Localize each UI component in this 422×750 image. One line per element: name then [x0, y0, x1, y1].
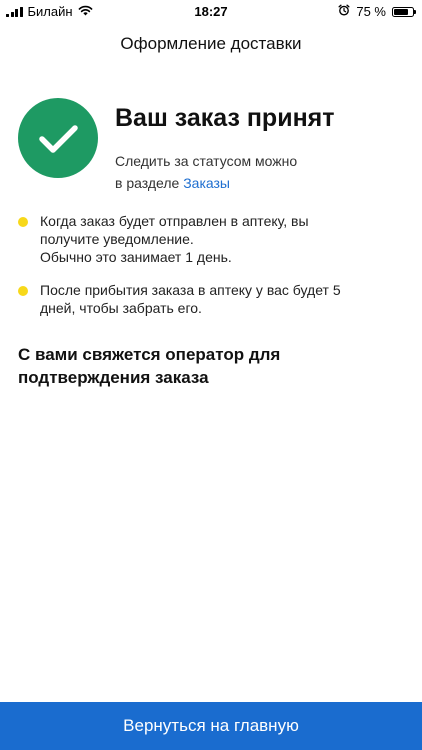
status-right: 75 %	[338, 4, 416, 19]
status-bar: Билайн 18:27 75 %	[0, 0, 422, 24]
operator-note-line: С вами свяжется оператор для	[18, 345, 281, 364]
operator-note: С вами свяжется оператор для подтвержден…	[18, 343, 392, 389]
status-hint-line: Следить за статусом можно	[115, 153, 298, 169]
order-status-hint: Следить за статусом можно в разделе Зака…	[115, 150, 297, 194]
order-confirmation-screen: Билайн 18:27 75 % Оформление доставки Ва…	[0, 0, 422, 750]
checkmark-icon	[18, 98, 98, 178]
alarm-icon	[338, 4, 350, 19]
page-title: Оформление доставки	[120, 34, 302, 53]
list-item: После прибытия заказа в аптеку у вас буд…	[18, 281, 392, 317]
yellow-dot-icon	[18, 286, 28, 296]
list-item: Когда заказ будет отправлен в аптеку, вы…	[18, 212, 392, 266]
orders-link[interactable]: Заказы	[183, 175, 230, 191]
list-item-text: получите уведомление.	[40, 231, 194, 247]
list-item-text: дней, чтобы забрать его.	[40, 300, 202, 316]
battery-level	[394, 8, 408, 15]
battery-percent: 75 %	[356, 4, 386, 19]
order-accepted-title: Ваш заказ принят	[115, 104, 335, 132]
status-hint-line: в разделе Заказы	[115, 172, 297, 194]
status-hint-prefix: в разделе	[115, 175, 184, 191]
battery-icon	[392, 6, 416, 17]
list-item-text: Когда заказ будет отправлен в аптеку, вы	[40, 213, 309, 229]
back-to-home-button[interactable]: Вернуться на главную	[0, 702, 422, 750]
list-item-text: После прибытия заказа в аптеку у вас буд…	[40, 282, 341, 298]
yellow-dot-icon	[18, 217, 28, 227]
list-item-text: Обычно это занимает 1 день.	[40, 249, 232, 265]
info-list: Когда заказ будет отправлен в аптеку, вы…	[18, 212, 392, 332]
operator-note-line: подтверждения заказа	[18, 368, 209, 387]
order-accepted-block: Ваш заказ принят Следить за статусом мож…	[18, 98, 404, 198]
